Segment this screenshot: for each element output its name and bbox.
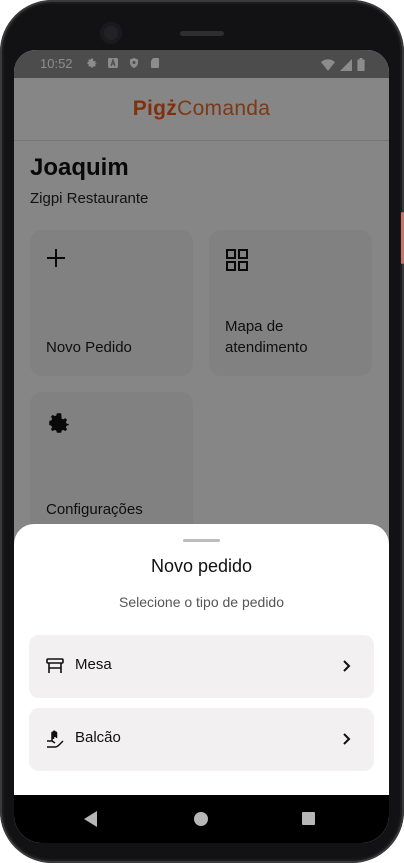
table-icon xyxy=(45,656,65,676)
sheet-drag-handle[interactable] xyxy=(183,539,220,542)
option-balcao[interactable]: Balcão xyxy=(29,708,374,771)
option-label: Mesa xyxy=(75,656,112,673)
front-camera xyxy=(100,22,122,44)
chevron-right-icon xyxy=(340,659,354,673)
phone-frame: 10:52 PigżComanda Joaquim Zigpi Restaura… xyxy=(0,0,404,863)
option-mesa[interactable]: Mesa xyxy=(29,635,374,698)
sheet-subtitle: Selecione o tipo de pedido xyxy=(118,594,285,610)
new-order-bottom-sheet: Novo pedido Selecione o tipo de pedido M… xyxy=(14,524,389,795)
option-label: Balcão xyxy=(75,729,121,746)
recents-icon[interactable] xyxy=(302,812,315,825)
sheet-title: Novo pedido xyxy=(150,556,253,576)
system-nav-bar xyxy=(14,795,389,843)
earpiece-speaker xyxy=(180,31,224,36)
chevron-right-icon xyxy=(340,732,354,746)
screen: 10:52 PigżComanda Joaquim Zigpi Restaura… xyxy=(14,50,389,843)
counter-hand-icon xyxy=(45,729,65,749)
home-icon[interactable] xyxy=(194,812,208,826)
back-icon[interactable] xyxy=(84,811,98,832)
